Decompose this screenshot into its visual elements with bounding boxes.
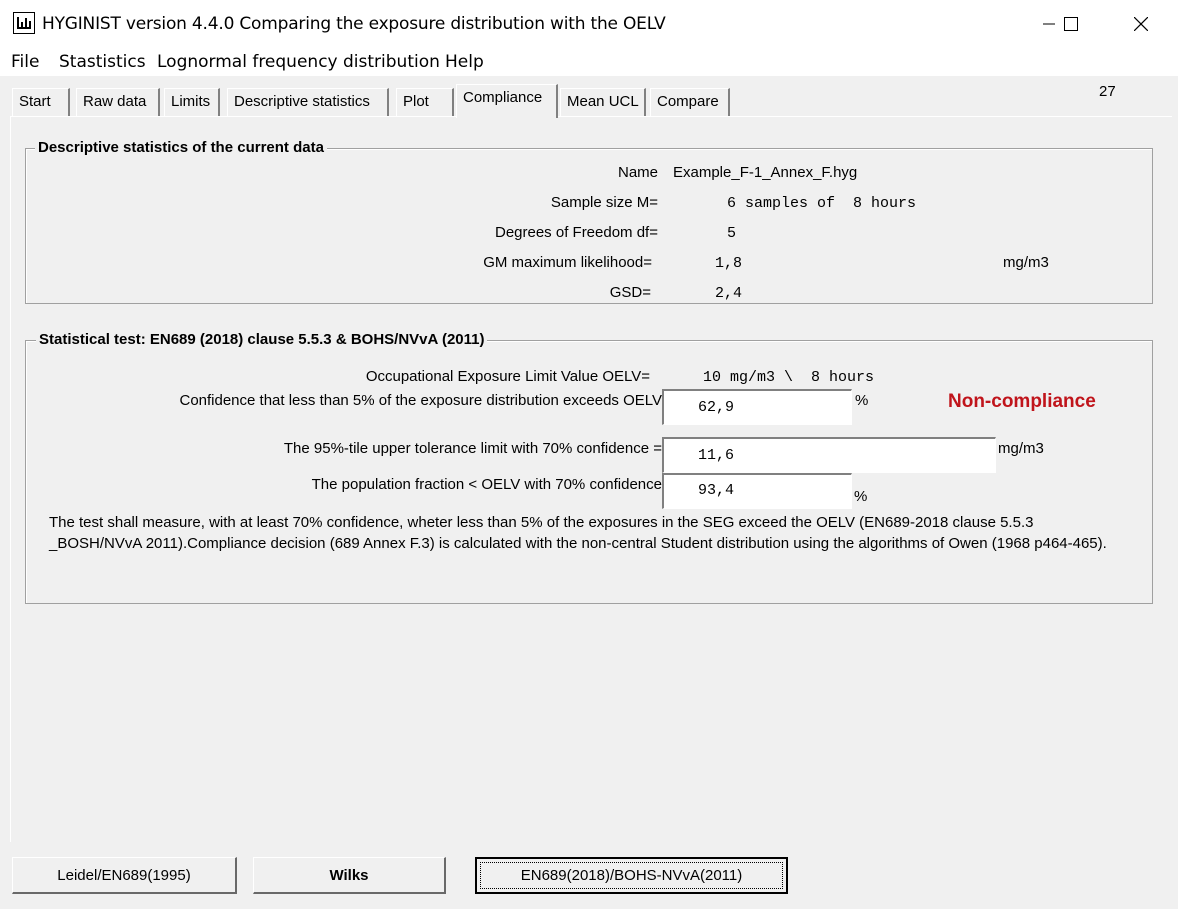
- close-icon: [1134, 17, 1148, 31]
- oelv-value: 10 mg/m3 \ 8 hours: [703, 369, 875, 386]
- descriptive-heading: Descriptive statistics of the current da…: [35, 139, 327, 156]
- tab-compliance[interactable]: Compliance: [456, 84, 558, 118]
- sample-size-value: 6 samples of 8 hours: [727, 195, 917, 212]
- window-title: HYGINIST version 4.4.0 Comparing the exp…: [42, 14, 666, 34]
- close-button[interactable]: [1118, 0, 1164, 48]
- tab-compare[interactable]: Compare: [650, 88, 730, 116]
- gm-value: 1,8: [715, 255, 743, 272]
- gm-label: GM maximum likelihood=: [483, 254, 652, 271]
- tab-descriptive-statistics[interactable]: Descriptive statistics: [227, 88, 389, 116]
- tab-limits[interactable]: Limits: [164, 88, 220, 116]
- fraction-unit: %: [854, 488, 868, 505]
- tab-mean-ucl[interactable]: Mean UCL: [560, 88, 646, 116]
- confidence-field[interactable]: 62,9: [662, 389, 852, 425]
- maximize-button[interactable]: [1048, 0, 1094, 48]
- name-label: Name: [617, 164, 658, 181]
- utl-unit: mg/m3: [998, 440, 1044, 457]
- tab-plot[interactable]: Plot: [396, 88, 454, 116]
- gm-unit: mg/m3: [1003, 254, 1049, 271]
- gsd-label: GSD=: [609, 284, 651, 301]
- menu-help[interactable]: Help: [445, 52, 484, 72]
- corner-number: 27: [1099, 83, 1116, 100]
- utl-field[interactable]: 11,6: [662, 437, 996, 473]
- en689-button[interactable]: EN689(2018)/BOHS-NVvA(2011): [475, 857, 788, 894]
- wilks-button[interactable]: Wilks: [253, 857, 446, 894]
- maximize-icon: [1064, 17, 1078, 31]
- test-heading: Statistical test: EN689 (2018) clause 5.…: [36, 331, 488, 348]
- df-label: Degrees of Freedom df=: [494, 224, 658, 241]
- df-value: 5: [727, 225, 737, 242]
- test-description: The test shall measure, with at least 70…: [49, 514, 1107, 552]
- menu-statistics[interactable]: Stastistics: [59, 52, 146, 72]
- menu-lognormal[interactable]: Lognormal frequency distribution: [157, 52, 440, 72]
- oelv-label: Occupational Exposure Limit Value OELV=: [365, 368, 650, 385]
- fraction-field[interactable]: 93,4: [662, 473, 852, 509]
- name-value: Example_F-1_Annex_F.hyg: [673, 164, 858, 181]
- leidel-button[interactable]: Leidel/EN689(1995): [12, 857, 237, 894]
- tab-start[interactable]: Start: [12, 88, 70, 116]
- confidence-unit: %: [855, 392, 869, 409]
- app-chart-icon[interactable]: [13, 12, 35, 34]
- verdict-label: Non-compliance: [948, 391, 1096, 412]
- tab-raw-data[interactable]: Raw data: [76, 88, 160, 116]
- gsd-value: 2,4: [715, 285, 743, 302]
- fraction-label: The population fraction < OELV with 70% …: [311, 476, 662, 493]
- utl-label: The 95%-tile upper tolerance limit with …: [283, 440, 662, 457]
- confidence-label: Confidence that less than 5% of the expo…: [179, 392, 662, 409]
- menu-file[interactable]: File: [11, 52, 39, 72]
- sample-size-label: Sample size M=: [550, 194, 658, 211]
